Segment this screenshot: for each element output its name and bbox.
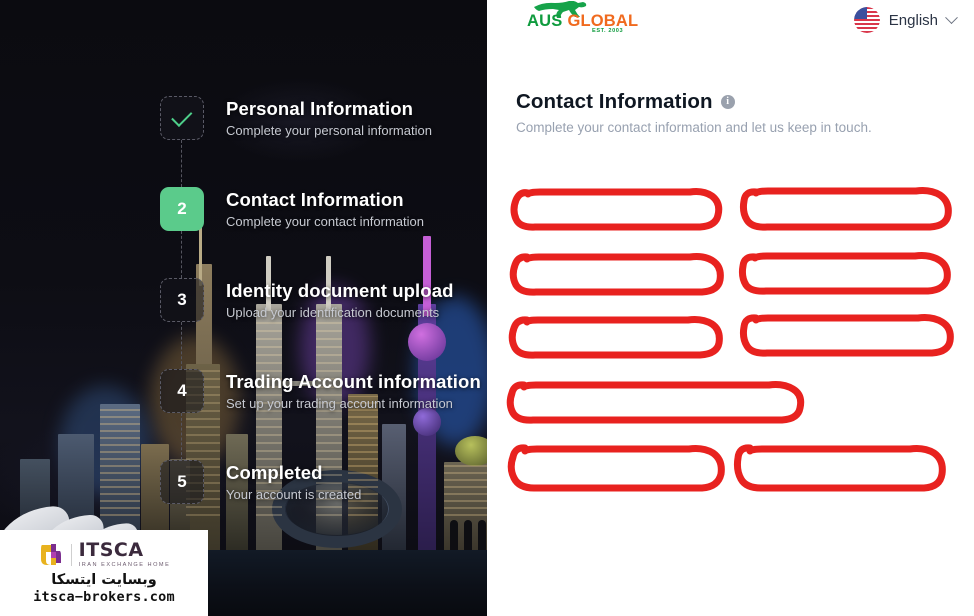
watermark-brand-name: ITSCA (78, 539, 144, 561)
step-badge-4: 4 (160, 369, 204, 413)
step-subtitle: Complete your personal information (226, 123, 432, 139)
itsca-logo-icon (38, 541, 64, 568)
contact-information-form-panel: AUS GLOBAL EST. 2003 English Contact Inf… (487, 0, 974, 616)
step-badge-5: 5 (160, 460, 204, 504)
onboarding-steps-panel: Personal Information Complete your perso… (0, 0, 487, 616)
page-title-row: Contact Information i (516, 90, 735, 114)
top-bar: AUS GLOBAL EST. 2003 English (487, 0, 974, 42)
step-connector (181, 140, 182, 187)
step-badge-3: 3 (160, 278, 204, 322)
step-title: Completed (226, 462, 323, 483)
step-item-trading-account-information[interactable]: 4 Trading Account information Set up you… (160, 369, 487, 460)
step-connector (181, 322, 182, 369)
step-item-contact-information[interactable]: 2 Contact Information Complete your cont… (160, 187, 487, 278)
step-item-personal-information[interactable]: Personal Information Complete your perso… (160, 96, 487, 187)
page-subtitle: Complete your contact information and le… (516, 120, 872, 135)
step-subtitle: Upload your identification documents (226, 305, 440, 321)
aus-global-logo: AUS GLOBAL EST. 2003 (515, 0, 655, 40)
step-title: Trading Account information (226, 371, 481, 392)
itsca-watermark: ITSCA IRAN EXCHANGE HOME وبسایت ایتسکا i… (0, 530, 208, 616)
step-title: Identity document upload (226, 280, 454, 301)
brand-aus-text: AUS (527, 12, 563, 30)
step-item-identity-document-upload[interactable]: 3 Identity document upload Upload your i… (160, 278, 487, 369)
check-icon (170, 105, 192, 127)
watermark-tagline: IRAN EXCHANGE HOME (78, 562, 171, 568)
language-label: English (888, 11, 938, 29)
page-title: Contact Information (516, 90, 713, 113)
watermark-url: itsca−brokers.com (33, 589, 175, 605)
steps-list: Personal Information Complete your perso… (160, 96, 487, 551)
step-subtitle: Set up your trading account information (226, 396, 453, 412)
step-subtitle: Your account is created (226, 487, 362, 503)
chevron-down-icon (945, 10, 958, 24)
step-title: Contact Information (226, 189, 404, 210)
step-badge-1 (160, 96, 204, 140)
step-badge-2: 2 (160, 187, 204, 231)
watermark-divider (70, 543, 72, 566)
brand-established-text: EST. 2003 (592, 28, 624, 34)
step-subtitle: Complete your contact information (226, 214, 424, 230)
step-item-completed[interactable]: 5 Completed Your account is created (160, 460, 487, 551)
watermark-persian-text: وبسایت ایتسکا (51, 572, 157, 588)
step-connector (181, 231, 182, 278)
step-connector (181, 413, 182, 460)
us-flag-icon (853, 7, 880, 33)
registration-page: Personal Information Complete your perso… (0, 0, 974, 616)
language-selector[interactable]: English (850, 4, 960, 36)
info-icon[interactable]: i (720, 95, 735, 109)
step-title: Personal Information (226, 98, 414, 119)
